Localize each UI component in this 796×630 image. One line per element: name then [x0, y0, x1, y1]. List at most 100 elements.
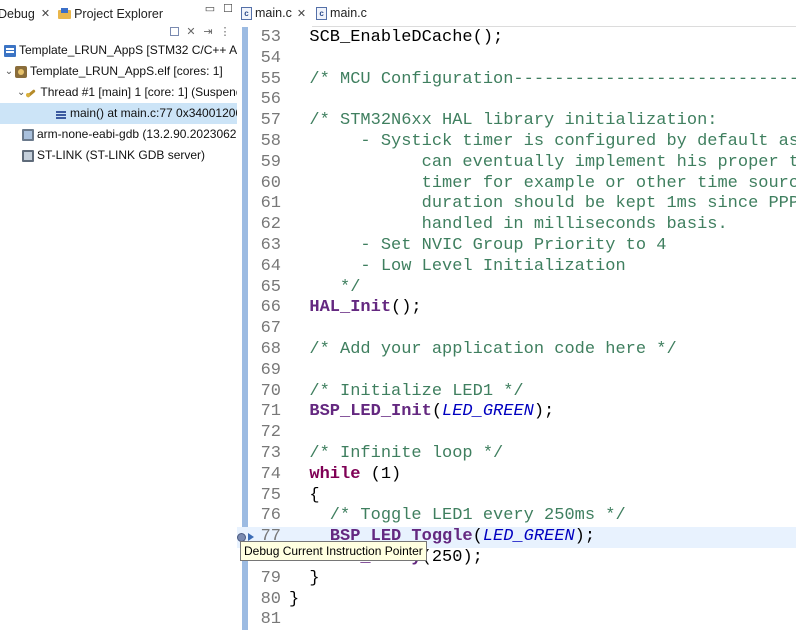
code-line[interactable]: 75 {: [237, 486, 796, 507]
line-number[interactable]: 71: [251, 402, 281, 423]
tree-item-gdb[interactable]: arm-none-eabi-gdb (13.2.90.20230627): [0, 124, 237, 145]
line-number[interactable]: 72: [251, 423, 281, 444]
code-line[interactable]: 76 /* Toggle LED1 every 250ms */: [237, 506, 796, 527]
line-number[interactable]: 55: [251, 70, 281, 91]
code-line[interactable]: 64 - Low Level Initialization: [237, 257, 796, 278]
code-text[interactable]: can eventually implement his proper time…: [289, 153, 796, 174]
line-number[interactable]: 79: [251, 569, 281, 590]
chevron-down-icon[interactable]: ⌄: [3, 61, 15, 82]
code-text[interactable]: BSP_LED_Init(LED_GREEN);: [289, 402, 554, 423]
line-number[interactable]: 70: [251, 382, 281, 403]
line-number[interactable]: 65: [251, 278, 281, 299]
code-line[interactable]: 61 duration should be kept 1ms since PPP…: [237, 194, 796, 215]
code-line[interactable]: 68 /* Add your application code here */: [237, 340, 796, 361]
line-number[interactable]: 74: [251, 465, 281, 486]
code-line[interactable]: 67: [237, 319, 796, 340]
code-line[interactable]: 59 can eventually implement his proper t…: [237, 153, 796, 174]
tree-item-thread[interactable]: ⌄ Thread #1 [main] 1 [core: 1] (Suspende…: [0, 82, 237, 103]
code-line[interactable]: 79 }: [237, 569, 796, 590]
line-number[interactable]: 56: [251, 90, 281, 111]
line-number[interactable]: 73: [251, 444, 281, 465]
code-line[interactable]: 70 /* Initialize LED1 */: [237, 382, 796, 403]
close-icon[interactable]: ✕: [41, 7, 50, 20]
line-number[interactable]: 62: [251, 215, 281, 236]
code-line[interactable]: 73 /* Infinite loop */: [237, 444, 796, 465]
collapse-all-icon[interactable]: [168, 25, 180, 37]
line-number[interactable]: 54: [251, 49, 281, 70]
code-line[interactable]: 66 HAL_Init();: [237, 298, 796, 319]
close-icon[interactable]: ✕: [297, 7, 306, 20]
code-text[interactable]: /* Initialize LED1 */: [289, 382, 523, 403]
code-line[interactable]: 81: [237, 610, 796, 630]
line-number[interactable]: 61: [251, 194, 281, 215]
tab-debug[interactable]: Debug ✕: [0, 0, 54, 27]
code-text[interactable]: SCB_EnableDCache();: [289, 28, 503, 49]
line-number[interactable]: 80: [251, 590, 281, 611]
code-token: (1): [360, 464, 402, 484]
code-text[interactable]: }: [289, 569, 319, 590]
line-number[interactable]: 66: [251, 298, 281, 319]
code-line[interactable]: 58 - Systick timer is configured by defa…: [237, 132, 796, 153]
line-number[interactable]: 60: [251, 174, 281, 195]
code-text[interactable]: /* Infinite loop */: [289, 444, 503, 465]
line-number[interactable]: 63: [251, 236, 281, 257]
tab-project-explorer[interactable]: Project Explorer: [54, 0, 167, 27]
code-text[interactable]: /* Add your application code here */: [289, 340, 676, 361]
code-line[interactable]: 80}: [237, 590, 796, 611]
tree-item-label: Template_LRUN_AppS [STM32 C/C++ Applicat…: [19, 43, 237, 57]
line-number[interactable]: 68: [251, 340, 281, 361]
line-number[interactable]: 81: [251, 610, 281, 630]
view-window-controls: ▭ ☐: [205, 2, 233, 15]
remove-terminated-icon[interactable]: ✕: [185, 25, 197, 38]
code-text[interactable]: /* MCU Configuration--------------------…: [289, 70, 796, 91]
code-text[interactable]: timer for example or other time source),…: [289, 174, 796, 195]
line-number[interactable]: 69: [251, 361, 281, 382]
chevron-down-icon[interactable]: ⌄: [17, 82, 25, 103]
code-area[interactable]: 53 SCB_EnableDCache(); 54 55 /* MCU Config…: [237, 27, 796, 630]
code-line[interactable]: 53 SCB_EnableDCache();: [237, 28, 796, 49]
code-line[interactable]: 60 timer for example or other time sourc…: [237, 174, 796, 195]
code-line[interactable]: 72: [237, 423, 796, 444]
view-menu-icon[interactable]: ⋮: [219, 25, 231, 38]
code-line[interactable]: 55 /* MCU Configuration-----------------…: [237, 70, 796, 91]
code-text[interactable]: {: [289, 486, 319, 507]
line-number[interactable]: 76: [251, 506, 281, 527]
editor-tab-main-c[interactable]: c main.c ✕: [237, 0, 313, 27]
step-filter-icon[interactable]: ⇥: [202, 25, 214, 38]
code-text[interactable]: }: [289, 590, 299, 611]
line-number[interactable]: 67: [251, 319, 281, 340]
line-number[interactable]: 59: [251, 153, 281, 174]
minimize-icon[interactable]: ▭: [205, 2, 215, 15]
line-number[interactable]: 57: [251, 111, 281, 132]
line-number[interactable]: 64: [251, 257, 281, 278]
tree-item-stack-frame[interactable]: main() at main.c:77 0x34001206: [0, 103, 237, 124]
code-line[interactable]: 71 BSP_LED_Init(LED_GREEN);: [237, 402, 796, 423]
line-number[interactable]: 75: [251, 486, 281, 507]
tree-item-launch[interactable]: Template_LRUN_AppS [STM32 C/C++ Applicat…: [0, 40, 237, 61]
code-line[interactable]: 62 handled in milliseconds basis.: [237, 215, 796, 236]
tree-item-elf[interactable]: ⌄ Template_LRUN_AppS.elf [cores: 1]: [0, 61, 237, 82]
code-line[interactable]: 63 - Set NVIC Group Priority to 4: [237, 236, 796, 257]
code-line[interactable]: 56: [237, 90, 796, 111]
code-text[interactable]: /* Toggle LED1 every 250ms */: [289, 506, 626, 527]
tree-item-stlink[interactable]: ST-LINK (ST-LINK GDB server): [0, 145, 237, 166]
editor-tab-main-c-2[interactable]: c main.c: [312, 0, 373, 27]
code-text[interactable]: handled in milliseconds basis.: [289, 215, 728, 236]
code-text[interactable]: HAL_Init();: [289, 298, 421, 319]
code-line[interactable]: 69: [237, 361, 796, 382]
code-text[interactable]: duration should be kept 1ms since PPP_TI…: [289, 194, 796, 215]
code-line[interactable]: 74 while (1): [237, 465, 796, 486]
code-text[interactable]: - Systick timer is configured by default…: [289, 132, 796, 153]
maximize-icon[interactable]: ☐: [223, 2, 233, 15]
code-text[interactable]: /* STM32N6xx HAL library initialization:: [289, 111, 717, 132]
code-token: while: [309, 464, 361, 484]
line-number[interactable]: 58: [251, 132, 281, 153]
code-line[interactable]: 54: [237, 49, 796, 70]
code-text[interactable]: */: [289, 278, 360, 299]
code-line[interactable]: 65 */: [237, 278, 796, 299]
code-text[interactable]: - Set NVIC Group Priority to 4: [289, 236, 666, 257]
code-line[interactable]: 57 /* STM32N6xx HAL library initializati…: [237, 111, 796, 132]
code-text[interactable]: - Low Level Initialization: [289, 257, 625, 278]
line-number[interactable]: 53: [251, 28, 281, 49]
code-text[interactable]: while (1): [289, 465, 401, 486]
